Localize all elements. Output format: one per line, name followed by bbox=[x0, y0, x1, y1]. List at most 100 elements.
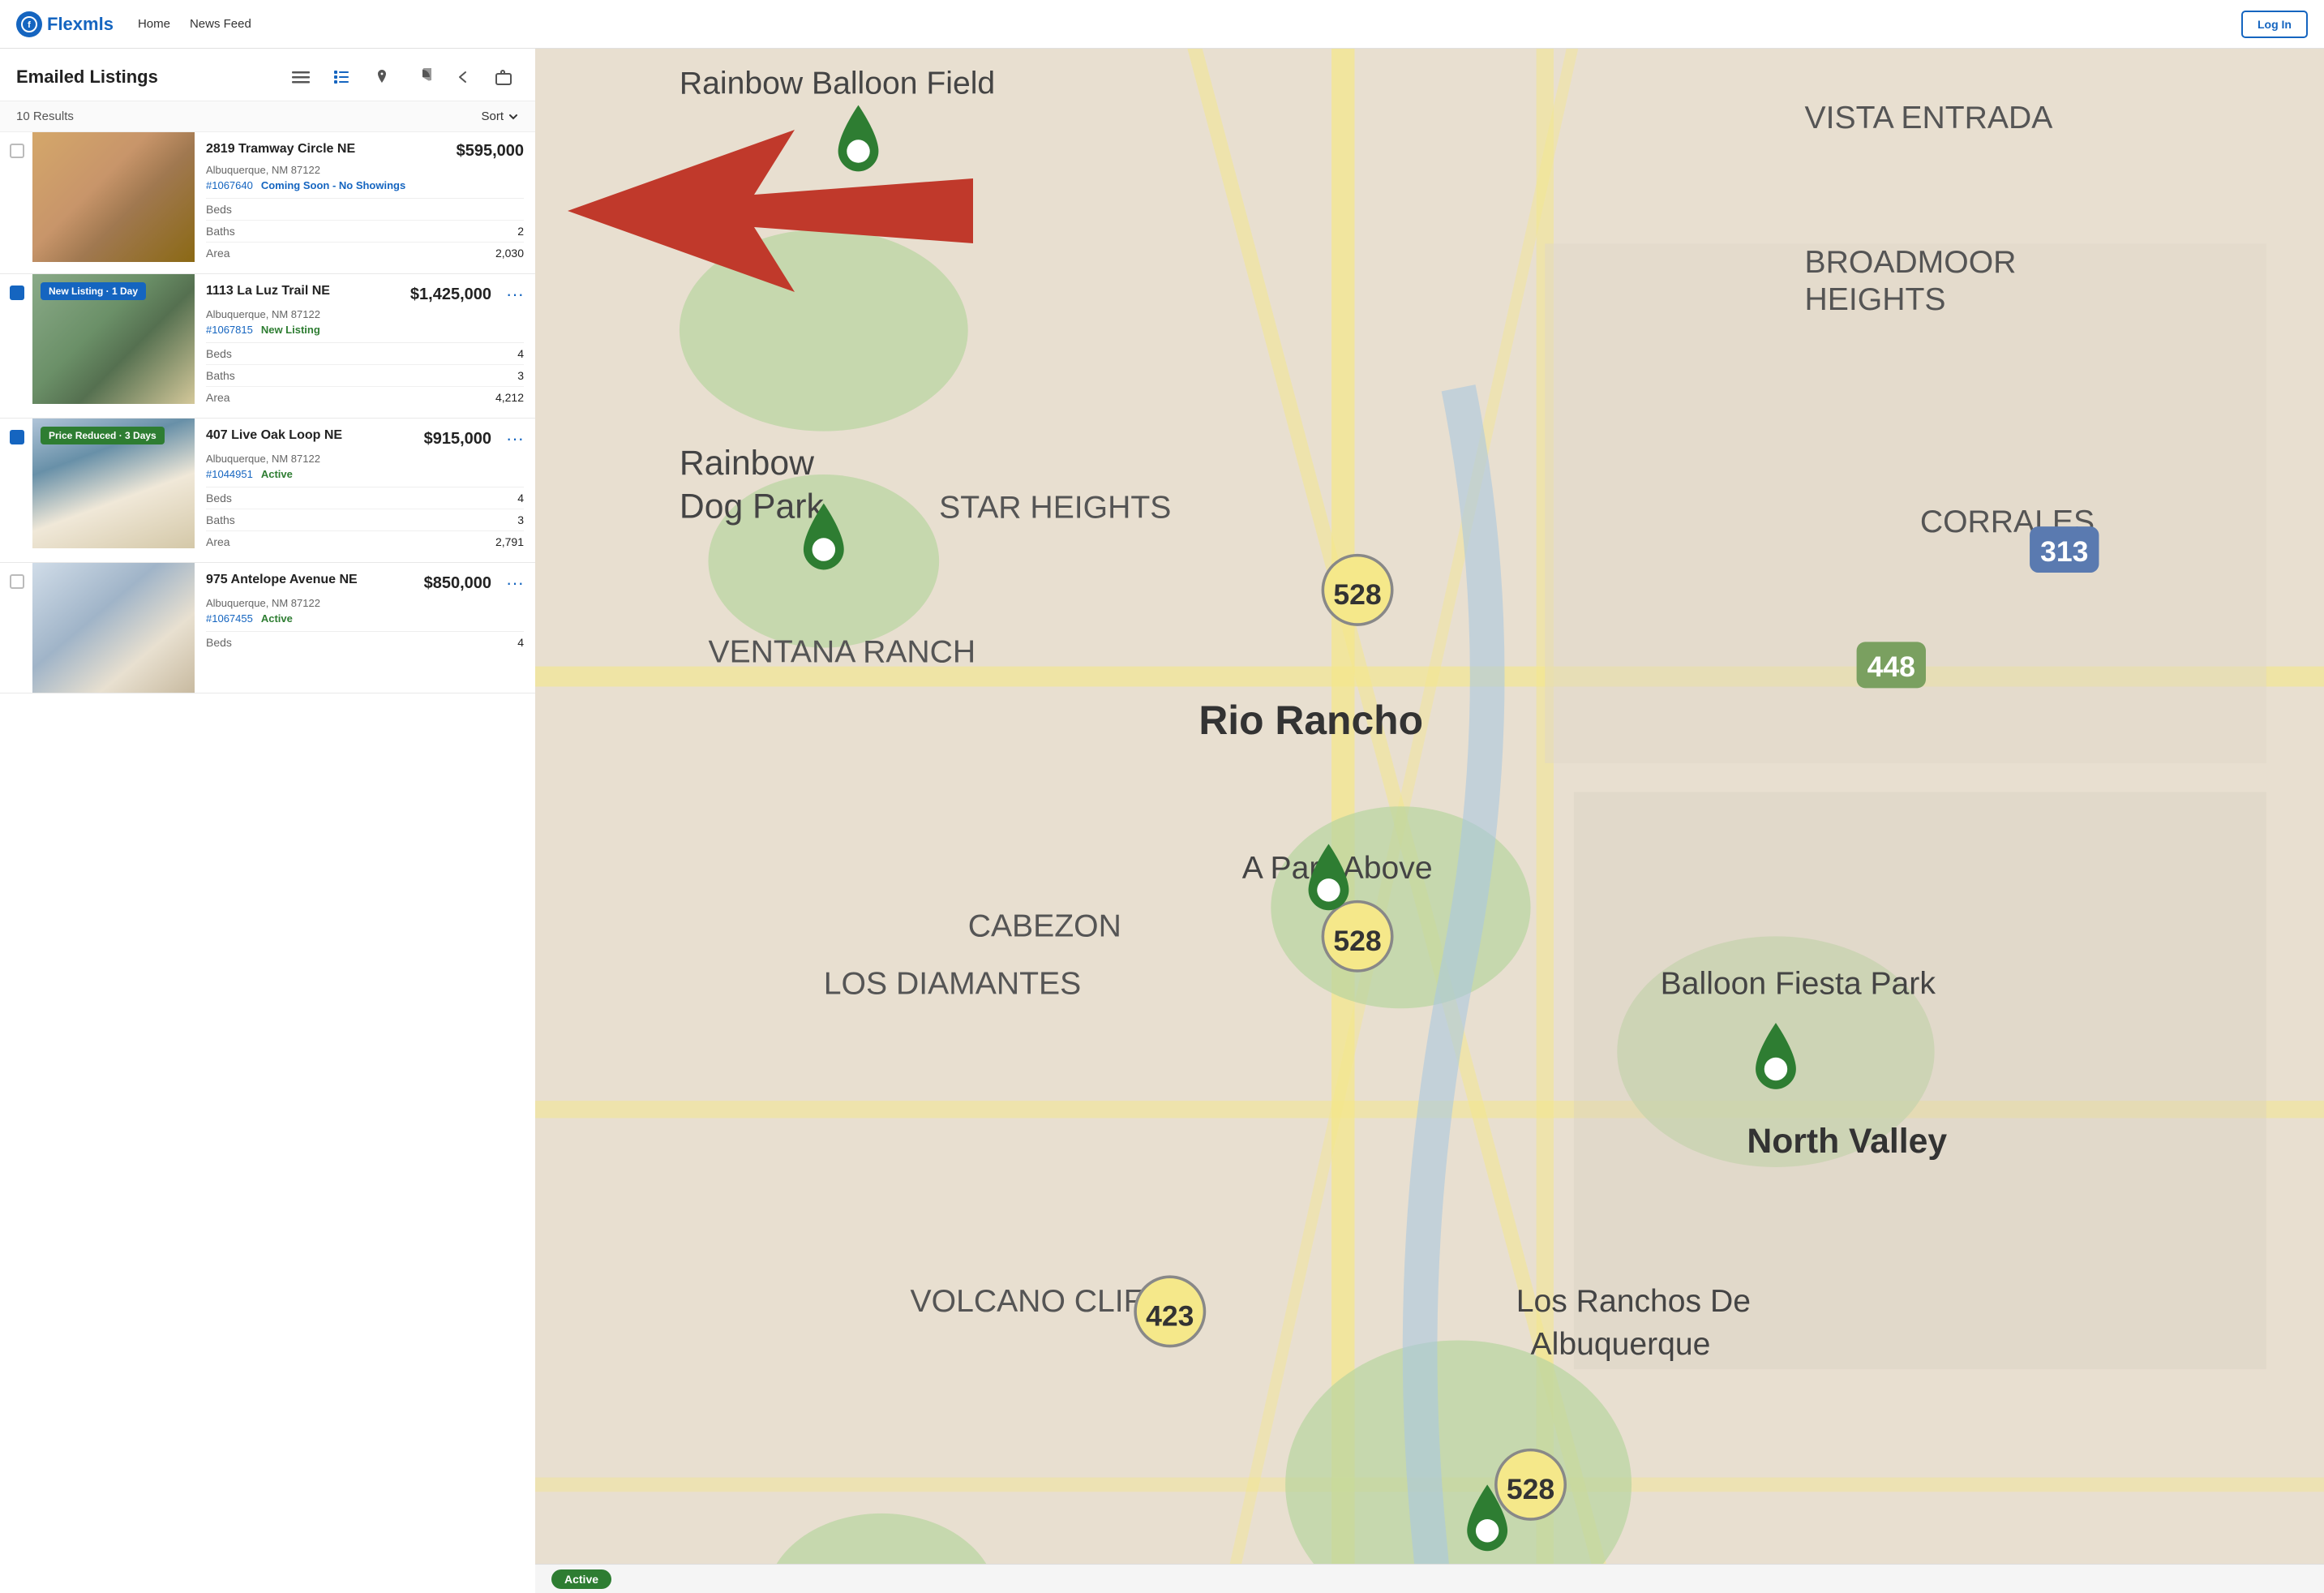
svg-text:North Valley: North Valley bbox=[1747, 1122, 1947, 1161]
listing-checkbox-3[interactable] bbox=[10, 430, 24, 444]
svg-text:528: 528 bbox=[1507, 1473, 1554, 1505]
listing-mls-row-3: #1044951 Active bbox=[206, 468, 524, 480]
listing-mls-2[interactable]: #1067815 bbox=[206, 324, 253, 336]
listing-address-3: 407 Live Oak Loop NE bbox=[206, 428, 342, 443]
listing-mls-4[interactable]: #1067455 bbox=[206, 612, 253, 625]
area-label-2: Area bbox=[206, 391, 230, 404]
navbar: f Flexmls Home News Feed Log In bbox=[0, 0, 2324, 49]
more-options-3[interactable]: ··· bbox=[498, 428, 524, 449]
listing-checkbox-1[interactable] bbox=[10, 144, 24, 158]
listing-info-2: 1113 La Luz Trail NE $1,425,000 ··· Albu… bbox=[195, 274, 535, 418]
listing-city-2: Albuquerque, NM 87122 bbox=[206, 308, 524, 320]
header-toolbar bbox=[285, 62, 519, 92]
baths-row-2: Baths 3 bbox=[206, 365, 524, 387]
login-button[interactable]: Log In bbox=[2241, 11, 2308, 38]
svg-text:528: 528 bbox=[1333, 925, 1381, 957]
svg-text:Balloon Fiesta Park: Balloon Fiesta Park bbox=[1661, 966, 1936, 1001]
listing-checkbox-4[interactable] bbox=[10, 574, 24, 589]
svg-text:Los Ranchos De: Los Ranchos De bbox=[1516, 1284, 1751, 1319]
area-val-3: 2,791 bbox=[495, 535, 524, 548]
listing-city-4: Albuquerque, NM 87122 bbox=[206, 597, 524, 609]
area-label-1: Area bbox=[206, 247, 230, 260]
listing-mls-3[interactable]: #1044951 bbox=[206, 468, 253, 480]
svg-text:VISTA ENTRADA: VISTA ENTRADA bbox=[1805, 101, 2054, 135]
checkbox-wrap-3 bbox=[0, 419, 32, 562]
listing-city-3: Albuquerque, NM 87122 bbox=[206, 453, 524, 465]
svg-text:f: f bbox=[28, 20, 31, 30]
listing-price-4: $850,000 bbox=[424, 574, 491, 593]
more-options-4[interactable]: ··· bbox=[498, 573, 524, 594]
listing-info-3: 407 Live Oak Loop NE $915,000 ··· Albuqu… bbox=[195, 419, 535, 562]
svg-text:313: 313 bbox=[2040, 535, 2088, 568]
beds-val-3: 4 bbox=[517, 492, 524, 505]
listing-top-3: 407 Live Oak Loop NE $915,000 ··· bbox=[206, 428, 524, 449]
sort-button[interactable]: Sort bbox=[481, 109, 519, 123]
listings-list: 2819 Tramway Circle NE $595,000 Albuquer… bbox=[0, 132, 535, 1593]
svg-text:STAR HEIGHTS: STAR HEIGHTS bbox=[939, 490, 1171, 525]
listing-address-4: 975 Antelope Avenue NE bbox=[206, 573, 358, 587]
table-row: Price Reduced · 3 Days 407 Live Oak Loop… bbox=[0, 419, 535, 563]
baths-row-1: Baths 2 bbox=[206, 221, 524, 243]
subheader: 10 Results Sort bbox=[0, 101, 535, 132]
list-icon-btn[interactable] bbox=[326, 62, 357, 92]
svg-text:423: 423 bbox=[1146, 1300, 1194, 1333]
listing-address-2: 1113 La Luz Trail NE bbox=[206, 284, 330, 298]
main-container: Emailed Listings bbox=[0, 49, 2324, 1593]
listing-image-3: Price Reduced · 3 Days bbox=[32, 419, 195, 548]
svg-text:VENTANA RANCH: VENTANA RANCH bbox=[708, 634, 975, 669]
beds-label-2: Beds bbox=[206, 347, 232, 360]
map-panel: King Meadows Park H UNM Sandoval Reg'l M… bbox=[535, 49, 2324, 1593]
beds-label-1: Beds bbox=[206, 203, 232, 216]
svg-text:Rainbow Balloon Field: Rainbow Balloon Field bbox=[680, 66, 995, 101]
briefcase-icon-btn[interactable] bbox=[488, 62, 519, 92]
listing-top-2: 1113 La Luz Trail NE $1,425,000 ··· bbox=[206, 284, 524, 305]
listing-badge-2: New Listing · 1 Day bbox=[41, 282, 146, 300]
svg-text:Albuquerque: Albuquerque bbox=[1531, 1327, 1711, 1362]
collapse-icon-btn[interactable] bbox=[448, 62, 478, 92]
baths-label-1: Baths bbox=[206, 225, 235, 238]
svg-text:HEIGHTS: HEIGHTS bbox=[1805, 282, 1946, 317]
svg-text:BROADMOOR: BROADMOOR bbox=[1805, 245, 2017, 280]
beds-label-3: Beds bbox=[206, 492, 232, 505]
baths-label-2: Baths bbox=[206, 369, 235, 382]
nav-links: Home News Feed bbox=[138, 17, 2241, 31]
menu-icon-btn[interactable] bbox=[285, 62, 316, 92]
more-options-2[interactable]: ··· bbox=[498, 284, 524, 305]
listing-checkbox-2[interactable] bbox=[10, 286, 24, 300]
area-row-3: Area 2,791 bbox=[206, 531, 524, 552]
listing-mls-1[interactable]: #1067640 bbox=[206, 179, 253, 191]
area-row-2: Area 4,212 bbox=[206, 387, 524, 408]
listing-mls-row-1: #1067640 Coming Soon - No Showings bbox=[206, 179, 524, 191]
brand: f Flexmls bbox=[16, 11, 114, 37]
page-title: Emailed Listings bbox=[16, 67, 158, 88]
brand-name: Flexmls bbox=[47, 14, 114, 35]
baths-val-1: 2 bbox=[517, 225, 524, 238]
nav-news-feed[interactable]: News Feed bbox=[190, 17, 251, 31]
listing-status-1: Coming Soon - No Showings bbox=[261, 179, 405, 191]
svg-text:448: 448 bbox=[1867, 651, 1915, 683]
beds-row-1: Beds bbox=[206, 199, 524, 221]
area-val-2: 4,212 bbox=[495, 391, 524, 404]
area-val-1: 2,030 bbox=[495, 247, 524, 260]
listing-status-4: Active bbox=[261, 612, 293, 625]
map-pin-icon-btn[interactable] bbox=[367, 62, 397, 92]
checkbox-wrap-4 bbox=[0, 563, 32, 693]
nav-home[interactable]: Home bbox=[138, 17, 170, 31]
results-count: 10 Results bbox=[16, 109, 74, 123]
listing-details-1: Beds Baths 2 Area 2,030 bbox=[206, 198, 524, 264]
svg-text:528: 528 bbox=[1333, 578, 1381, 611]
svg-text:CABEZON: CABEZON bbox=[968, 908, 1121, 943]
listing-price-3: $915,000 bbox=[424, 430, 491, 449]
status-bar: Active bbox=[535, 1564, 2324, 1593]
listing-price-1: $595,000 bbox=[457, 142, 524, 161]
brand-icon: f bbox=[16, 11, 42, 37]
pie-chart-icon-btn[interactable] bbox=[407, 62, 438, 92]
listing-status-2: New Listing bbox=[261, 324, 320, 336]
listing-badge-3: Price Reduced · 3 Days bbox=[41, 427, 165, 444]
listing-status-3: Active bbox=[261, 468, 293, 480]
listing-price-2: $1,425,000 bbox=[410, 286, 491, 304]
beds-val-2: 4 bbox=[517, 347, 524, 360]
listing-address-1: 2819 Tramway Circle NE bbox=[206, 142, 355, 157]
svg-text:Rio Rancho: Rio Rancho bbox=[1198, 698, 1423, 743]
map-background: King Meadows Park H UNM Sandoval Reg'l M… bbox=[535, 49, 2324, 1593]
